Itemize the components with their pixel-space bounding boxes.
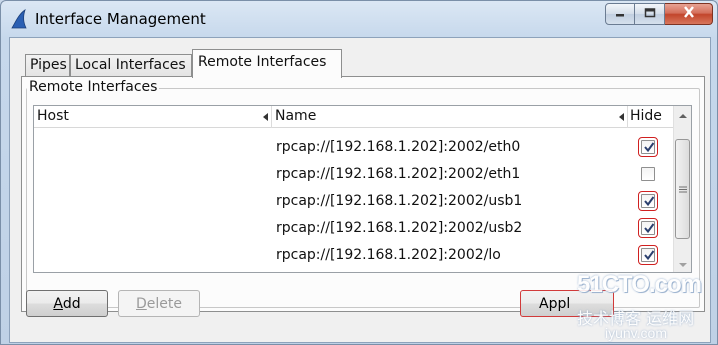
button-mnemonic: D [136, 295, 147, 312]
sort-left-icon [263, 113, 268, 121]
close-button[interactable] [665, 3, 713, 25]
checkmark-icon [644, 250, 655, 261]
add-button[interactable]: Add [26, 290, 108, 317]
table-row[interactable]: rpcap://[192.168.1.202]:2002/lo [34, 243, 674, 270]
tab-remote-interfaces[interactable]: Remote Interfaces [192, 49, 342, 78]
remote-interfaces-table: Host Name Hide rpcap://[192.168.1.202]:2… [33, 105, 692, 273]
sort-left-icon [619, 113, 624, 121]
checkmark-icon [644, 142, 655, 153]
checkmark-icon [644, 223, 655, 234]
button-mnemonic: A [53, 295, 63, 312]
delete-button[interactable]: Delete [118, 290, 200, 317]
interface-name: rpcap://[192.168.1.202]:2002/usb1 [276, 193, 523, 209]
scroll-down-button[interactable] [674, 255, 691, 272]
column-label: Hide [630, 108, 662, 124]
hide-checkbox[interactable] [638, 191, 658, 211]
table-header: Host Name Hide [34, 106, 674, 128]
tab-label: Remote Interfaces [198, 54, 327, 70]
interface-name: rpcap://[192.168.1.202]:2002/eth1 [276, 166, 521, 182]
minimize-icon [614, 6, 626, 22]
table-row[interactable]: rpcap://[192.168.1.202]:2002/eth1 [34, 162, 674, 189]
tab-label: Local Interfaces [75, 57, 186, 73]
hide-checkbox[interactable] [638, 137, 658, 157]
grip-icon [678, 181, 687, 197]
hide-checkbox[interactable] [641, 167, 655, 181]
column-label: Host [37, 108, 69, 124]
button-label: elete [146, 295, 182, 312]
interface-name: rpcap://[192.168.1.202]:2002/usb2 [276, 220, 523, 236]
window-title: Interface Management [35, 10, 206, 28]
button-label: dd [62, 295, 81, 312]
vertical-scrollbar[interactable] [673, 106, 691, 272]
interface-name: rpcap://[192.168.1.202]:2002/eth0 [276, 139, 521, 155]
column-header-name[interactable]: Name [272, 106, 628, 128]
table-row[interactable]: rpcap://[192.168.1.202]:2002/usb2 [34, 216, 674, 243]
maximize-icon [644, 6, 656, 22]
dialog-client-area: Pipes Local Interfaces Remote Interfaces… [9, 37, 711, 343]
minimize-button[interactable] [605, 3, 635, 25]
scroll-up-button[interactable] [674, 106, 691, 123]
column-header-hide[interactable]: Hide [628, 106, 674, 128]
scroll-thumb[interactable] [675, 139, 690, 239]
maximize-button[interactable] [635, 3, 665, 25]
close-icon [682, 6, 696, 22]
checkmark-icon [644, 196, 655, 207]
remote-interfaces-panel: Remote Interfaces Host Name Hide rpcap:/… [21, 76, 705, 312]
column-header-host[interactable]: Host [34, 106, 272, 128]
interface-management-window: Interface Management Pipes Local Interfa… [0, 0, 718, 345]
table-row[interactable]: rpcap://[192.168.1.202]:2002/usb1 [34, 189, 674, 216]
window-controls [605, 3, 713, 25]
hide-checkbox[interactable] [638, 218, 658, 238]
arrow-down-icon [678, 256, 687, 272]
button-label: Appl [539, 295, 571, 312]
title-bar[interactable]: Interface Management [1, 1, 717, 37]
tab-label: Pipes [30, 57, 67, 73]
apply-button[interactable]: Appl [520, 290, 614, 317]
shark-fin-icon [10, 9, 28, 29]
tab-pipes[interactable]: Pipes [25, 54, 70, 77]
hide-checkbox[interactable] [638, 245, 658, 265]
group-title: Remote Interfaces [27, 79, 160, 95]
column-label: Name [275, 108, 317, 124]
table-row[interactable]: rpcap://[192.168.1.202]:2002/eth0 [34, 135, 674, 162]
interface-name: rpcap://[192.168.1.202]:2002/lo [276, 247, 501, 263]
tab-local-interfaces[interactable]: Local Interfaces [70, 54, 192, 77]
arrow-up-icon [678, 107, 687, 123]
